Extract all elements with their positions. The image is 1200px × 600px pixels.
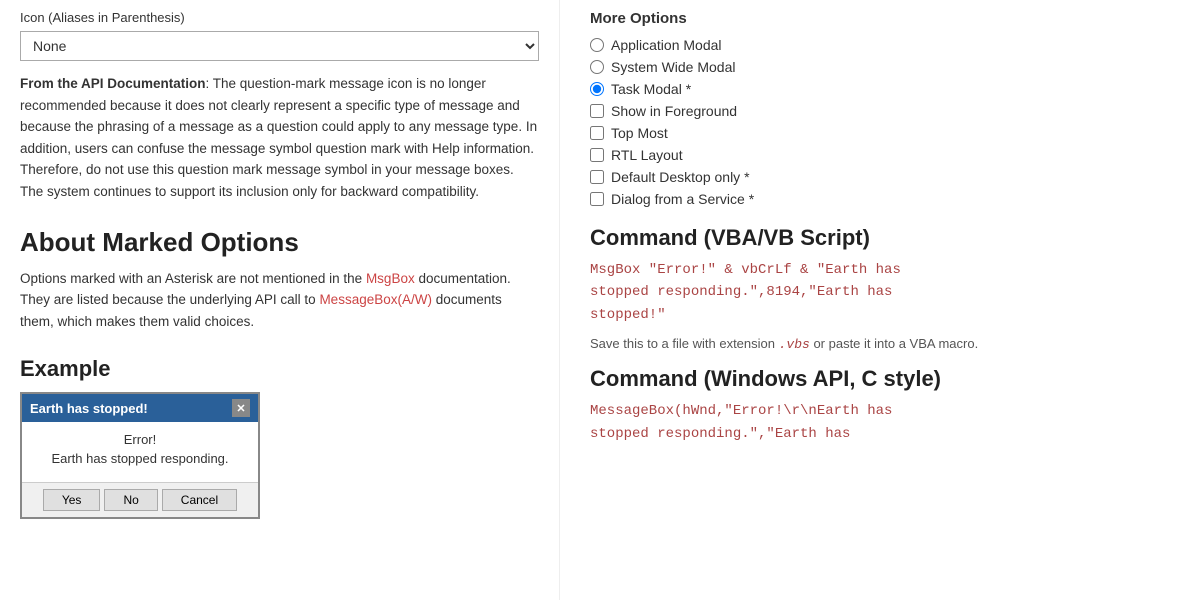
radio-input-1[interactable] <box>590 60 604 74</box>
dialog-footer: Yes No Cancel <box>22 482 258 517</box>
left-panel: Icon (Aliases in Parenthesis) None From … <box>0 0 560 600</box>
save-note-pre: Save this to a file with extension <box>590 336 779 351</box>
option-label-3: Show in Foreground <box>611 103 737 119</box>
option-label-6: Default Desktop only * <box>611 169 750 185</box>
icon-label: Icon (Aliases in Parenthesis) <box>20 10 539 25</box>
dialog-body: Error! Earth has stopped responding. <box>22 422 258 482</box>
radio-input-2[interactable] <box>590 82 604 96</box>
save-note-post: or paste it into a VBA macro. <box>810 336 978 351</box>
example-dialog: Earth has stopped! ✕ Error! Earth has st… <box>20 392 260 519</box>
msgbox-link[interactable]: MsgBox <box>366 271 415 286</box>
radio-input-0[interactable] <box>590 38 604 52</box>
more-options-heading: More Options <box>590 10 1180 27</box>
checkbox-option-6: Default Desktop only * <box>590 169 1180 185</box>
option-label-1: System Wide Modal <box>611 59 735 75</box>
options-section: Application Modal System Wide Modal Task M… <box>590 37 1180 207</box>
checkbox-option-3: Show in Foreground <box>590 103 1180 119</box>
api-doc-body: : The question-mark message icon is no l… <box>20 76 537 199</box>
checkbox-option-4: Top Most <box>590 125 1180 141</box>
radio-option-0: Application Modal <box>590 37 1180 53</box>
dialog-error-label: Error! <box>38 432 242 447</box>
about-text-pre: Options marked with an Asterisk are not … <box>20 271 366 286</box>
dialog-close-button[interactable]: ✕ <box>232 399 250 417</box>
about-text: Options marked with an Asterisk are not … <box>20 268 539 333</box>
checkbox-input-5[interactable] <box>590 148 604 162</box>
right-panel: More Options Application Modal System Wid… <box>560 0 1200 600</box>
checkbox-input-7[interactable] <box>590 192 604 206</box>
option-label-4: Top Most <box>611 125 668 141</box>
icon-dropdown-wrapper: None <box>20 31 539 61</box>
radio-option-1: System Wide Modal <box>590 59 1180 75</box>
option-label-0: Application Modal <box>611 37 722 53</box>
option-label-5: RTL Layout <box>611 147 683 163</box>
command-vba-heading: Command (VBA/VB Script) <box>590 225 1180 251</box>
option-label-7: Dialog from a Service * <box>611 191 754 207</box>
radio-option-2: Task Modal * <box>590 81 1180 97</box>
icon-dropdown[interactable]: None <box>20 31 539 61</box>
command-api-code: MessageBox(hWnd,"Error!\r\nEarth has sto… <box>590 400 1180 445</box>
api-doc-text: From the API Documentation: The question… <box>20 73 539 203</box>
checkbox-option-5: RTL Layout <box>590 147 1180 163</box>
vbs-extension: .vbs <box>779 337 810 352</box>
dialog-no-button[interactable]: No <box>104 489 157 511</box>
dialog-yes-button[interactable]: Yes <box>43 489 101 511</box>
command-vba-code: MsgBox "Error!" & vbCrLf & "Earth has st… <box>590 259 1180 326</box>
command-api-heading: Command (Windows API, C style) <box>590 366 1180 392</box>
checkbox-option-7: Dialog from a Service * <box>590 191 1180 207</box>
dialog-error-text: Earth has stopped responding. <box>38 451 242 466</box>
dialog-titlebar: Earth has stopped! ✕ <box>22 394 258 422</box>
checkbox-input-3[interactable] <box>590 104 604 118</box>
option-label-2: Task Modal * <box>611 81 691 97</box>
dialog-title: Earth has stopped! <box>30 401 148 416</box>
about-heading: About Marked Options <box>20 227 539 258</box>
example-heading: Example <box>20 356 539 382</box>
messagebox-link[interactable]: MessageBox(A/W) <box>319 292 432 307</box>
checkbox-input-6[interactable] <box>590 170 604 184</box>
checkbox-input-4[interactable] <box>590 126 604 140</box>
save-note: Save this to a file with extension .vbs … <box>590 336 1180 352</box>
dialog-cancel-button[interactable]: Cancel <box>162 489 237 511</box>
api-doc-bold: From the API Documentation <box>20 76 206 91</box>
